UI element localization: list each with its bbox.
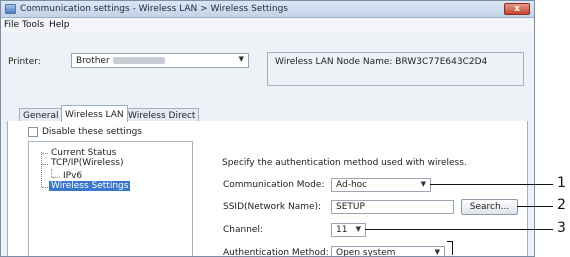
ssid-label: SSID(Network Name): xyxy=(223,202,322,212)
ssid-value: SETUP xyxy=(336,202,365,212)
tree-connector xyxy=(42,164,48,165)
settings-window: Communication settings - Wireless LAN > … xyxy=(0,0,535,257)
comm-mode-select[interactable]: Ad-hoc ▼ xyxy=(331,178,431,192)
menu-help[interactable]: Help xyxy=(49,20,70,30)
tree-connector xyxy=(51,169,52,177)
printer-model-blur xyxy=(112,57,165,64)
tree-connector xyxy=(52,177,60,178)
disable-settings-label: Disable these settings xyxy=(42,127,142,137)
channel-label: Channel: xyxy=(223,225,263,235)
tree-connector xyxy=(42,187,48,188)
auth-method-value: Open system xyxy=(336,248,396,257)
tree-item-ipv6[interactable]: IPv6 xyxy=(63,171,82,181)
printer-label: Printer: xyxy=(8,57,41,67)
callout-line-3 xyxy=(365,229,553,230)
tree-item-tcpip[interactable]: TCP/IP(Wireless) xyxy=(51,158,123,168)
search-button[interactable]: Search... xyxy=(461,199,518,215)
tree-item-wireless-settings[interactable]: Wireless Settings xyxy=(49,181,131,191)
chevron-down-icon: ▼ xyxy=(420,180,426,188)
chevron-down-icon: ▼ xyxy=(238,55,244,63)
channel-select[interactable]: 11 ▼ xyxy=(331,223,366,237)
tab-wireless-direct[interactable]: Wireless Direct xyxy=(124,108,200,122)
close-button[interactable]: x xyxy=(504,3,530,15)
node-name-box: Wireless LAN Node Name: BRW3C77E643C2D4 xyxy=(267,52,524,86)
auth-method-select[interactable]: Open system ▼ xyxy=(331,246,445,257)
tab-wireless-lan[interactable]: Wireless LAN xyxy=(61,105,128,122)
window-title: Communication settings - Wireless LAN > … xyxy=(20,4,288,14)
description-text: Specify the authentication method used w… xyxy=(222,158,467,168)
callout-bracket xyxy=(452,241,453,255)
node-name-text: Wireless LAN Node Name: BRW3C77E643C2D4 xyxy=(275,57,488,67)
menu-tools[interactable]: Tools xyxy=(22,20,44,30)
ssid-input[interactable]: SETUP xyxy=(331,200,454,214)
comm-mode-label: Communication Mode: xyxy=(223,180,325,190)
disable-settings-checkbox[interactable] xyxy=(28,127,38,137)
callout-number-1: 1 xyxy=(557,175,566,191)
printer-select[interactable]: Brother ▼ xyxy=(71,53,249,68)
channel-value: 11 xyxy=(336,225,348,235)
callout-number-2: 2 xyxy=(557,197,566,213)
menu-file[interactable]: File xyxy=(4,20,19,30)
comm-mode-value: Ad-hoc xyxy=(336,180,368,190)
tab-general[interactable]: General xyxy=(19,108,63,122)
chevron-down-icon: ▼ xyxy=(355,225,361,233)
menu-bar: File Tools Help xyxy=(1,19,534,32)
callout-line-1 xyxy=(430,184,553,185)
tree-connector xyxy=(41,152,42,187)
auth-method-label: Authentication Method: xyxy=(223,248,329,257)
callout-line-2 xyxy=(517,206,553,207)
title-bar: Communication settings - Wireless LAN > … xyxy=(1,1,534,18)
tree-item-current-status[interactable]: Current Status xyxy=(51,148,116,158)
chevron-down-icon: ▼ xyxy=(434,248,440,256)
printer-value: Brother xyxy=(76,56,110,66)
app-window-icon xyxy=(5,4,16,14)
callout-number-3: 3 xyxy=(557,220,566,236)
tree-connector xyxy=(42,153,48,154)
